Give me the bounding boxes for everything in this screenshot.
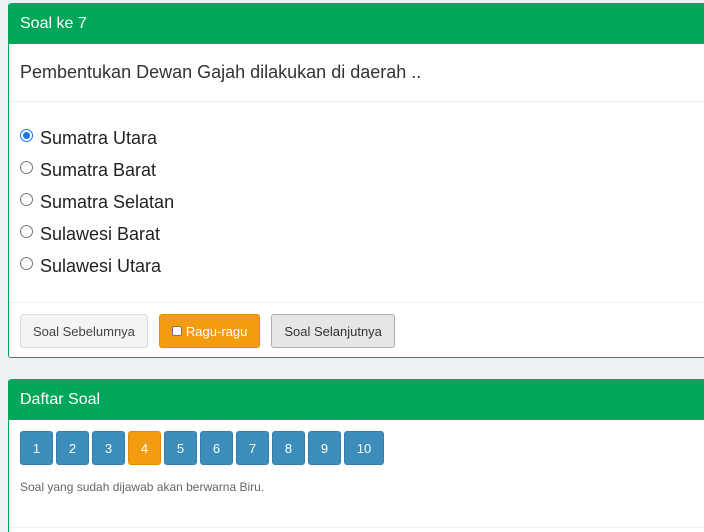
- option-label: Sumatra Barat: [40, 159, 157, 180]
- answered-legend-note: Soal yang sudah dijawab akan berwarna Bi…: [9, 465, 704, 528]
- answer-options: Sumatra Utara Sumatra Barat Sumatra Sela…: [9, 102, 704, 303]
- option-label: Sulawesi Barat: [40, 223, 161, 244]
- prev-question-button[interactable]: Soal Sebelumnya: [20, 314, 148, 348]
- question-number-button[interactable]: 1: [20, 431, 53, 465]
- option-sumatra-selatan[interactable]: Sumatra Selatan: [20, 186, 696, 218]
- question-number-button-doubtful[interactable]: 4: [128, 431, 161, 465]
- radio-icon[interactable]: [20, 192, 33, 206]
- question-number-button[interactable]: 7: [236, 431, 269, 465]
- option-sulawesi-utara[interactable]: Sulawesi Utara: [20, 250, 696, 282]
- question-number-button[interactable]: 6: [200, 431, 233, 465]
- option-label: Sumatra Selatan: [40, 191, 175, 212]
- question-number-button[interactable]: 2: [56, 431, 89, 465]
- question-header: Soal ke 7: [9, 3, 704, 44]
- radio-selected-icon[interactable]: [20, 128, 33, 142]
- question-number-button[interactable]: 9: [308, 431, 341, 465]
- radio-icon[interactable]: [20, 224, 33, 238]
- question-number-button[interactable]: 8: [272, 431, 305, 465]
- doubt-label: Ragu-ragu: [185, 323, 248, 339]
- question-list-box: Daftar Soal 1 2 3 4 5 6 7 8 9 10 Soal ya…: [8, 379, 704, 532]
- doubt-button[interactable]: Ragu-ragu: [158, 314, 261, 348]
- question-number-grid: 1 2 3 4 5 6 7 8 9 10: [9, 420, 704, 465]
- option-sulawesi-barat[interactable]: Sulawesi Barat: [20, 218, 696, 250]
- option-sumatra-utara[interactable]: Sumatra Utara: [20, 122, 696, 154]
- option-label: Sumatra Utara: [40, 127, 158, 148]
- option-label: Sulawesi Utara: [40, 255, 162, 276]
- question-footer: Soal Sebelumnya Ragu-ragu Soal Selanjutn…: [9, 303, 704, 348]
- question-number-button[interactable]: 5: [164, 431, 197, 465]
- question-list-title: Daftar Soal: [20, 390, 101, 408]
- checkbox-icon[interactable]: [171, 326, 182, 336]
- option-sumatra-barat[interactable]: Sumatra Barat: [20, 154, 696, 186]
- question-list-header: Daftar Soal: [9, 379, 704, 420]
- question-number-button[interactable]: 10: [344, 431, 384, 465]
- question-number-button[interactable]: 3: [92, 431, 125, 465]
- question-box: Soal ke 7 Pembentukan Dewan Gajah dilaku…: [8, 3, 704, 358]
- radio-icon[interactable]: [20, 256, 33, 270]
- question-title: Soal ke 7: [20, 14, 87, 32]
- radio-icon[interactable]: [20, 160, 33, 174]
- next-question-button[interactable]: Soal Selanjutnya: [271, 314, 395, 348]
- question-text: Pembentukan Dewan Gajah dilakukan di dae…: [9, 44, 704, 102]
